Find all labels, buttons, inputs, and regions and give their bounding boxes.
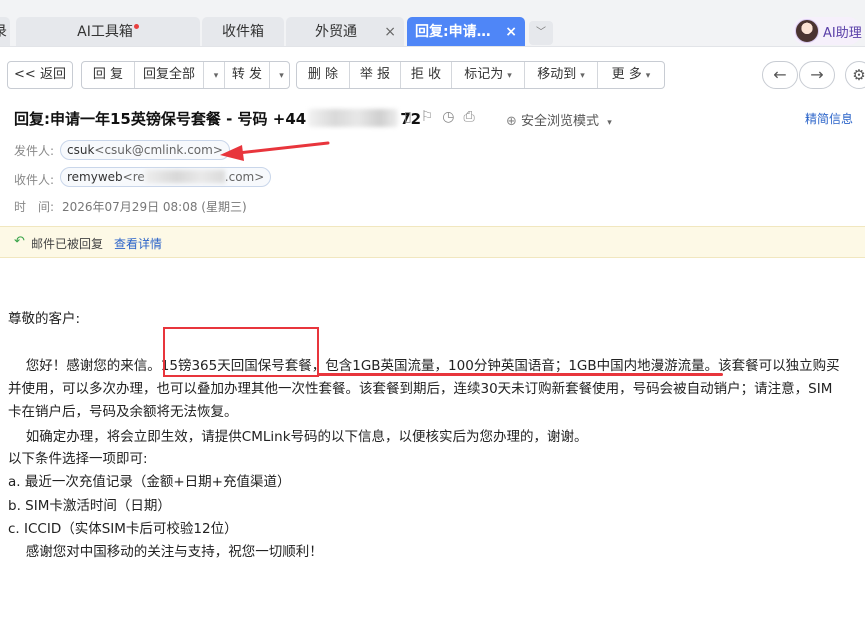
- tab-ai-toolbox[interactable]: AI工具箱: [16, 17, 200, 47]
- forward-dropdown[interactable]: ▾: [270, 62, 289, 88]
- safe-mode-label: 安全浏览模式: [521, 114, 600, 129]
- tab-partial[interactable]: 录: [0, 17, 10, 47]
- close-icon[interactable]: ×: [384, 17, 396, 47]
- sender-name: csuk: [67, 143, 95, 157]
- time-label: 时 间:: [14, 200, 55, 214]
- mark-as-button[interactable]: 标记为 ▾: [452, 62, 524, 88]
- body-line: a. 最近一次充值记录（金额+日期+充值渠道）: [8, 474, 291, 490]
- recipient-address-end: .com>: [224, 170, 265, 184]
- body-line: 并使用，可以多次办理，也可以叠加办理其他一次性套餐。该套餐到期后，连续30天未订…: [8, 381, 833, 397]
- chevron-down-icon: ▾: [507, 71, 512, 81]
- notice-text: 邮件已被回复: [31, 237, 104, 251]
- annotation-underline: [317, 373, 723, 376]
- move-to-button[interactable]: 移动到 ▾: [525, 62, 597, 88]
- tab-label: 外贸通: [315, 24, 357, 40]
- flag-icon[interactable]: ⚐: [421, 109, 434, 125]
- avatar: [795, 19, 819, 43]
- tab-more-chevron-down-icon[interactable]: ﹀: [529, 21, 553, 45]
- tab-label: 收件箱: [222, 24, 264, 40]
- close-icon[interactable]: ×: [505, 17, 517, 47]
- next-email-arrow-icon[interactable]: →: [799, 61, 835, 89]
- body-line: 尊敬的客户:: [8, 311, 81, 327]
- recipient-name: remyweb: [67, 170, 123, 184]
- redacted-blur: [308, 109, 399, 127]
- email-subject: 回复:申请一年15英镑保号套餐 - 号码 +44 72: [14, 109, 422, 128]
- annotation-highlight-box: [163, 327, 319, 377]
- body-line: 卡在销户后，号码及余额将无法恢复。: [8, 404, 238, 420]
- actions-group: 删 除 举 报 拒 收 标记为 ▾ 移动到 ▾ 更 多 ▾: [296, 61, 665, 89]
- subject-actions: ▯ ⚐ ◷ ⎙: [404, 109, 484, 125]
- body-line: 以下条件选择一项即可:: [8, 451, 148, 467]
- notification-dot: [133, 24, 139, 29]
- tab-label: 回复:申请一...: [415, 24, 503, 40]
- shield-plus-icon: ⊕: [506, 114, 517, 129]
- reply-group: 回 复 回复全部 ▾ 转 发 ▾: [81, 61, 290, 89]
- chevron-down-icon: ▾: [279, 71, 284, 81]
- tab-trade[interactable]: 外贸通 ×: [286, 17, 404, 47]
- body-line: b. SIM卡激活时间（日期）: [8, 498, 171, 514]
- back-button[interactable]: << 返回: [8, 62, 72, 88]
- view-details-link[interactable]: 查看详情: [114, 235, 162, 252]
- body-line: 感谢您对中国移动的关注与支持，祝您一切顺利！: [8, 544, 323, 560]
- clock-icon[interactable]: ◷: [442, 109, 454, 125]
- chevron-down-icon: ▾: [607, 118, 612, 128]
- recipient-label: 收件人:: [14, 173, 55, 187]
- redacted-blur: [144, 170, 225, 183]
- forward-button[interactable]: 转 发: [225, 62, 269, 88]
- tab-label: AI工具箱: [16, 17, 200, 47]
- body-line: 您好！感谢您的来信。15镑365天回国保号套餐，包含1GB英国流量，100分钟英…: [8, 358, 840, 374]
- chevron-down-icon: ▾: [645, 71, 651, 81]
- sender-label: 发件人:: [14, 144, 55, 158]
- tab-inbox[interactable]: 收件箱: [202, 17, 284, 47]
- reject-button[interactable]: 拒 收: [401, 62, 451, 88]
- tab-label: 录: [0, 17, 10, 47]
- back-group: << 返回: [7, 61, 73, 89]
- recipient-chip[interactable]: remyweb<re .com>: [60, 167, 272, 187]
- chevron-down-icon: ▾: [213, 71, 219, 81]
- replied-notice-bar: ↶ 邮件已被回复 查看详情: [0, 226, 865, 258]
- tab-reply-email[interactable]: 回复:申请一... ×: [407, 17, 525, 47]
- reply-button[interactable]: 回 复: [82, 62, 134, 88]
- more-button[interactable]: 更 多 ▾: [598, 62, 664, 88]
- safe-browsing-mode[interactable]: ⊕ 安全浏览模式 ▾: [506, 110, 612, 129]
- sender-address: <csuk@cmlink.com>: [94, 143, 223, 157]
- body-line: c. ICCID（实体SIM卡后可校验12位）: [8, 521, 238, 537]
- annotation-arrow: [220, 141, 330, 161]
- reply-all-dropdown[interactable]: ▾: [204, 62, 224, 88]
- report-button[interactable]: 举 报: [350, 62, 400, 88]
- tab-bar: 录 AI工具箱 收件箱 外贸通 × 回复:申请一... × ﹀ AI助理: [0, 0, 865, 47]
- gear-icon[interactable]: ⚙: [845, 61, 865, 89]
- chevron-down-icon: ▾: [580, 71, 585, 81]
- toolbar: << 返回 回 复 回复全部 ▾ 转 发 ▾ 删 除 举 报 拒 收 标记为 ▾ …: [0, 46, 865, 100]
- prev-email-arrow-icon[interactable]: ←: [762, 61, 798, 89]
- brief-info-link[interactable]: 精简信息: [805, 110, 853, 127]
- bookmark-icon[interactable]: ▯: [404, 109, 412, 125]
- delete-button[interactable]: 删 除: [297, 62, 349, 88]
- reply-all-button[interactable]: 回复全部: [135, 62, 203, 88]
- sender-chip[interactable]: csuk<csuk@cmlink.com>: [60, 140, 230, 160]
- ai-assistant-button[interactable]: AI助理: [792, 17, 862, 45]
- reply-arrow-icon: ↶: [14, 234, 25, 249]
- email-time: 2026年07月29日 08:08 (星期三): [62, 200, 247, 214]
- body-line: 如确定办理，将会立即生效，请提供CMLink号码的以下信息，以便核实后为您办理的…: [8, 429, 588, 445]
- print-icon[interactable]: ⎙: [464, 109, 475, 125]
- ai-assistant-label: AI助理: [823, 26, 862, 41]
- recipient-address-start: <re: [122, 170, 145, 184]
